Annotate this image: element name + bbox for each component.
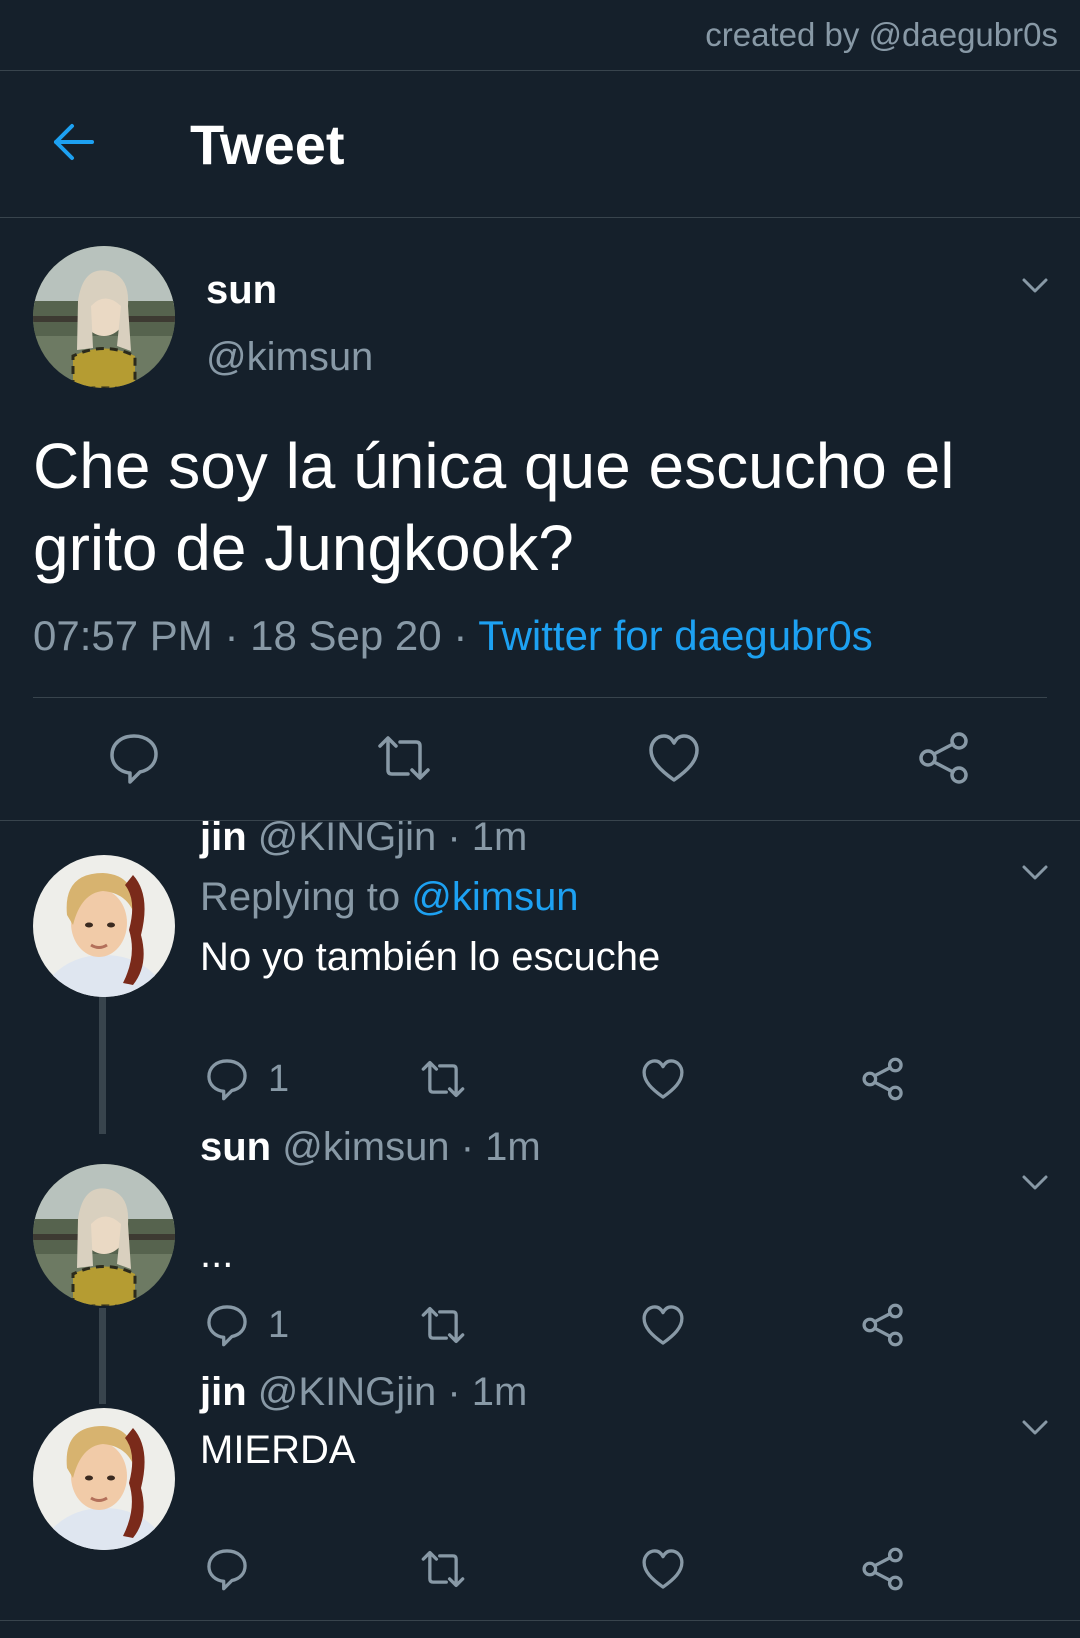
avatar-jin[interactable]: [33, 1408, 175, 1550]
share-icon[interactable]: [860, 1056, 906, 1102]
chevron-down-icon[interactable]: [1018, 268, 1052, 302]
reply-count: 1: [268, 1058, 290, 1100]
meta-separator: ·: [224, 612, 239, 659]
replying-to-label: Replying to: [200, 875, 401, 919]
reply-time: 1m: [471, 815, 528, 859]
replying-to-link[interactable]: @kimsun: [411, 875, 578, 919]
retweet-icon[interactable]: [376, 730, 432, 786]
author-name[interactable]: sun: [206, 268, 277, 313]
tweet-source-link[interactable]: Twitter for daegubr0s: [478, 612, 873, 659]
share-icon[interactable]: [860, 1302, 906, 1348]
like-icon[interactable]: [640, 1546, 686, 1592]
reply-icon[interactable]: [204, 1302, 250, 1348]
author-handle[interactable]: @kimsun: [206, 335, 373, 380]
reply-author-name[interactable]: jin: [200, 1370, 247, 1414]
watermark-bar: created by @daegubr0s: [0, 0, 1080, 71]
retweet-icon[interactable]: [420, 1302, 466, 1348]
reply-text: MIERDA: [200, 1428, 356, 1472]
reply-author-handle[interactable]: @KINGjin: [258, 1370, 436, 1414]
chevron-down-icon[interactable]: [1018, 1410, 1052, 1444]
meta-separator: ·: [460, 1125, 475, 1169]
reply-count: 1: [268, 1304, 290, 1346]
reply-author-name[interactable]: sun: [200, 1125, 271, 1169]
meta-separator: ·: [447, 1370, 461, 1414]
back-arrow-icon[interactable]: [50, 118, 98, 166]
reply-time: 1m: [485, 1125, 541, 1169]
tweet-date: 18 Sep 20: [250, 612, 442, 659]
tweet-time: 07:57 PM: [33, 612, 213, 659]
reply-text: No yo también lo escuche: [200, 935, 661, 979]
reply-icon[interactable]: [204, 1546, 250, 1592]
reply-icon[interactable]: [106, 730, 162, 786]
share-icon[interactable]: [860, 1546, 906, 1592]
reply-author-handle[interactable]: @kimsun: [282, 1125, 449, 1169]
divider: [33, 697, 1047, 698]
reply-time: 1m: [471, 1370, 528, 1414]
page-title: Tweet: [190, 113, 345, 176]
tweet-meta: 07:57 PM · 18 Sep 20 · Twitter for daegu…: [33, 612, 873, 660]
divider: [0, 820, 1080, 821]
like-icon[interactable]: [640, 1302, 686, 1348]
replying-to: Replying to @kimsun: [200, 875, 579, 920]
chevron-down-icon[interactable]: [1018, 1165, 1052, 1199]
like-icon[interactable]: [646, 730, 702, 786]
meta-separator: ·: [453, 612, 468, 659]
reply-author-handle[interactable]: @KINGjin: [258, 815, 436, 859]
retweet-icon[interactable]: [420, 1056, 466, 1102]
avatar-sun[interactable]: [33, 1164, 175, 1306]
share-icon[interactable]: [916, 730, 972, 786]
watermark-text: created by @daegubr0s: [705, 16, 1058, 53]
reply-icon[interactable]: [204, 1056, 250, 1102]
retweet-icon[interactable]: [420, 1546, 466, 1592]
reply-header: jin @KINGjin · 1m: [200, 815, 527, 860]
meta-separator: ·: [447, 815, 461, 859]
thread-connector: [99, 1308, 106, 1404]
reply-author-name[interactable]: jin: [200, 815, 247, 859]
chevron-down-icon[interactable]: [1018, 855, 1052, 889]
app-header: Tweet: [0, 70, 1080, 218]
avatar-sun[interactable]: [33, 246, 175, 388]
reply-header: jin @KINGjin · 1m: [200, 1370, 527, 1415]
thread-connector: [99, 996, 106, 1134]
divider: [0, 1620, 1080, 1621]
avatar-jin[interactable]: [33, 855, 175, 997]
like-icon[interactable]: [640, 1056, 686, 1102]
reply-text: ...: [200, 1232, 234, 1276]
reply-header: sun @kimsun · 1m: [200, 1125, 541, 1170]
tweet-text: Che soy la única que escucho el grito de…: [33, 430, 955, 584]
